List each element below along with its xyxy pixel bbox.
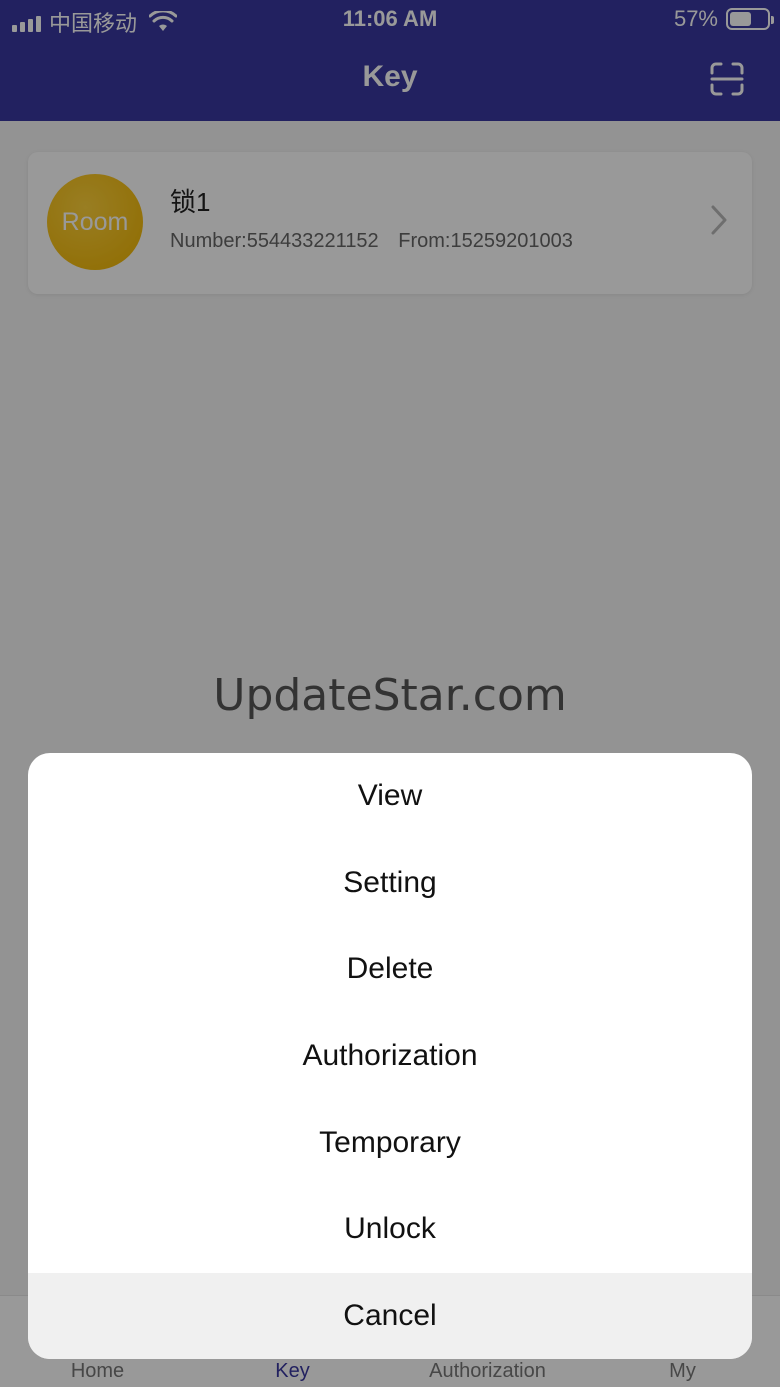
modal-overlay[interactable]: UpdateStar.com View Setting Delete Autho…	[0, 0, 780, 1387]
action-authorization[interactable]: Authorization	[28, 1013, 752, 1100]
action-delete[interactable]: Delete	[28, 926, 752, 1013]
cancel-button[interactable]: Cancel	[28, 1272, 752, 1359]
action-unlock[interactable]: Unlock	[28, 1186, 752, 1273]
action-view[interactable]: View	[28, 753, 752, 840]
watermark: UpdateStar.com	[213, 670, 567, 721]
action-setting[interactable]: Setting	[28, 840, 752, 927]
action-temporary[interactable]: Temporary	[28, 1099, 752, 1186]
action-sheet: View Setting Delete Authorization Tempor…	[28, 753, 752, 1359]
